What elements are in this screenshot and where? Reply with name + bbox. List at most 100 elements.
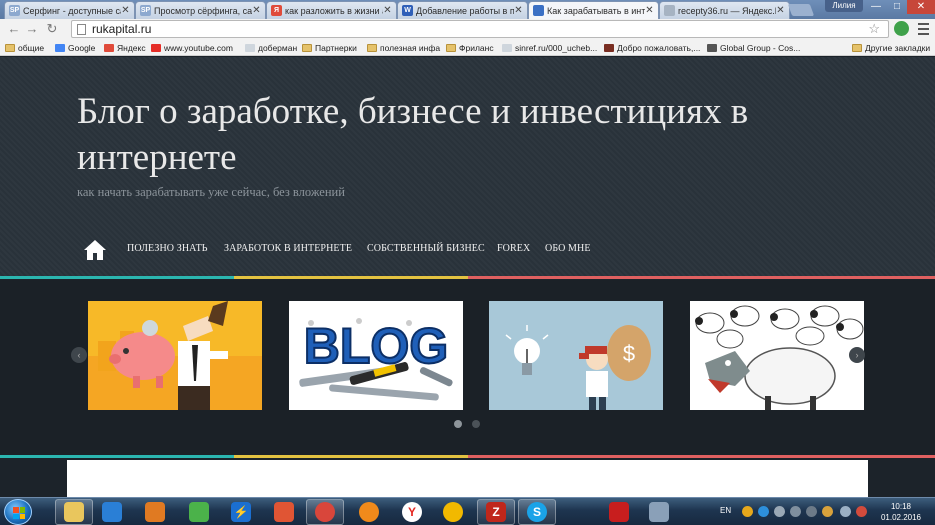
word-favicon: W [402, 5, 413, 16]
browser-tab[interactable]: recepty36.ru — Яндекс.Ве ✕ [659, 1, 790, 19]
bookmark-item[interactable]: Google [55, 41, 95, 54]
taskbar-button[interactable] [55, 499, 93, 525]
taskbar-button[interactable] [93, 499, 131, 525]
menu-item-about[interactable]: ОБО МНЕ [545, 243, 591, 254]
tray-battery-icon[interactable] [840, 506, 851, 517]
bookmark-item[interactable]: общие [5, 41, 44, 54]
taskbar-button[interactable]: ⚡ [222, 499, 260, 525]
slider-prev-button[interactable]: ‹ [71, 347, 87, 363]
generic-app-icon [649, 502, 669, 522]
youtube-icon [151, 43, 161, 52]
color-stripe-top [0, 276, 935, 279]
menu-item-own-business[interactable]: СОБСТВЕННЫЙ БИЗНЕС [367, 243, 485, 254]
site-tagline: как начать зарабатывать уже сейчас, без … [77, 185, 345, 199]
taskbar-button[interactable] [180, 499, 218, 525]
address-bar[interactable]: ☆ [71, 20, 889, 38]
tray-flag-icon[interactable] [856, 506, 867, 517]
taskbar-button[interactable] [640, 499, 678, 525]
tray-app-icon[interactable] [742, 506, 753, 517]
address-input[interactable] [92, 22, 888, 36]
slide-sheep-wolf[interactable] [690, 301, 864, 410]
bookmark-label: Партнерки [315, 42, 357, 53]
tab-close-icon[interactable]: ✕ [645, 5, 654, 16]
taskbar-button[interactable]: S [518, 499, 556, 525]
media-file-icon [145, 502, 165, 522]
page-icon [502, 43, 512, 52]
tab-close-icon[interactable]: ✕ [514, 5, 523, 16]
minimize-button[interactable]: — [865, 0, 887, 14]
language-indicator[interactable]: EN [720, 506, 731, 515]
bookmark-item[interactable]: Яндекс [104, 41, 146, 54]
bookmark-item[interactable]: Фриланс [446, 41, 494, 54]
tab-close-icon[interactable]: ✕ [252, 5, 261, 16]
tab-close-icon[interactable]: ✕ [121, 5, 130, 16]
browser-tab[interactable]: W Добавление работы в по ✕ [397, 1, 528, 19]
taskbar-button[interactable]: Y [393, 499, 431, 525]
menu-item-useful[interactable]: ПОЛЕЗНО ЗНАТЬ [127, 243, 208, 254]
tab-title: Серфинг - доступные сайты [23, 5, 121, 16]
browser-toolbar: ← → ↻ ☆ [0, 19, 935, 39]
taskbar-button[interactable] [350, 499, 388, 525]
taskbar-button[interactable]: Z [477, 499, 515, 525]
menu-item-online-earning[interactable]: ЗАРАБОТОК В ИНТЕРНЕТЕ [224, 243, 352, 254]
slide-piggy-bank[interactable] [88, 301, 262, 410]
tray-network-icon[interactable] [790, 506, 801, 517]
user-profile-button[interactable]: Лилия [825, 0, 863, 12]
maximize-button[interactable]: □ [887, 0, 907, 14]
feather-app-icon [274, 502, 294, 522]
tray-volume-icon[interactable] [806, 506, 817, 517]
browser-tab[interactable]: Как зарабатывать в инте ✕ [528, 1, 659, 19]
other-bookmarks[interactable]: Другие закладки [852, 41, 930, 54]
clock-date: 01.02.2016 [880, 513, 922, 522]
tray-app-icon[interactable] [758, 506, 769, 517]
bookmark-item[interactable]: sinref.ru/000_ucheb... [502, 41, 597, 54]
bookmark-star-icon[interactable]: ☆ [868, 21, 880, 37]
slider-next-button[interactable]: › [849, 347, 865, 363]
site-header: Блог о заработке, бизнесе и инвестициях … [0, 57, 935, 277]
browser-tab[interactable]: Якак разложить в жизни а ✕ [266, 1, 397, 19]
slider-dot-2[interactable] [472, 420, 480, 428]
reload-button[interactable]: ↻ [44, 21, 60, 37]
forward-button[interactable]: → [24, 21, 40, 37]
extension-icon[interactable] [894, 21, 909, 36]
pdf-icon [609, 502, 629, 522]
back-button[interactable]: ← [6, 21, 22, 37]
stripe-segment [233, 455, 468, 458]
bookmark-item[interactable]: Global Group - Cos... [707, 41, 800, 54]
start-button[interactable] [4, 499, 32, 525]
taskbar-button[interactable] [600, 499, 638, 525]
bookmark-item[interactable]: www.youtube.com [151, 41, 233, 54]
tab-title: как разложить в жизни а [285, 5, 383, 16]
tab-close-icon[interactable]: ✕ [776, 5, 785, 16]
tab-close-icon[interactable]: ✕ [383, 5, 392, 16]
taskbar-button[interactable] [306, 499, 344, 525]
home-icon[interactable] [84, 240, 106, 260]
bookmark-label: доберман [258, 42, 298, 53]
slide-blog-tools[interactable]: BLOG [289, 301, 463, 410]
orange-app-icon [359, 502, 379, 522]
tab-title: Как зарабатывать в инте [547, 5, 645, 16]
tray-app-icon[interactable] [822, 506, 833, 517]
slider-dot-1[interactable] [454, 420, 462, 428]
site-title[interactable]: Блог о заработке, бизнесе и инвестициях … [77, 89, 867, 181]
tab-title: Добавление работы в по [416, 5, 514, 16]
tray-app-icon[interactable] [774, 506, 785, 517]
new-tab-button[interactable] [787, 4, 815, 16]
bookmark-item[interactable]: Партнерки [302, 41, 357, 54]
browser-tab[interactable]: SP Просмотр сёрфинга, сайт ✕ [135, 1, 266, 19]
browser-tab[interactable]: SPСерфинг - доступные сайты✕ [4, 1, 135, 19]
close-window-button[interactable]: ✕ [907, 0, 935, 14]
menu-icon[interactable] [918, 22, 929, 36]
bookmark-label: Добро пожаловать,... [617, 42, 701, 53]
bookmark-item[interactable]: Добро пожаловать,... [604, 41, 700, 54]
bookmark-item[interactable]: полезная инфа [367, 41, 440, 54]
menu-item-forex[interactable]: FOREX [497, 243, 530, 254]
slide-idea-money[interactable]: $ [489, 301, 663, 410]
system-clock[interactable]: 10:18 01.02.2016 [876, 501, 926, 523]
taskbar-button[interactable] [136, 499, 174, 525]
bookmark-item[interactable]: доберман [245, 41, 297, 54]
stripe-segment [467, 455, 702, 458]
google-icon [55, 43, 65, 52]
taskbar-button[interactable] [265, 499, 303, 525]
taskbar-button[interactable] [434, 499, 472, 525]
